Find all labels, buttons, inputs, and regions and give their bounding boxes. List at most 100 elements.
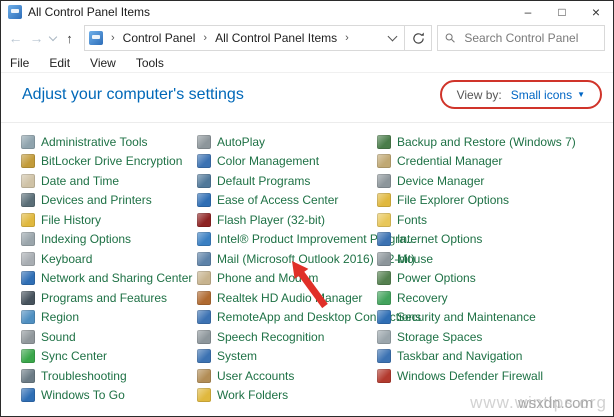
programs-features-icon xyxy=(21,291,35,305)
control-panel-item[interactable]: Mouse xyxy=(377,249,602,269)
speech-recognition-icon xyxy=(197,330,211,344)
backup-restore-icon xyxy=(377,135,391,149)
control-panel-location-icon xyxy=(89,31,103,45)
control-panel-item[interactable]: Mail (Microsoft Outlook 2016) (32-bit) xyxy=(197,249,377,269)
breadcrumb-all-control-panel-items[interactable]: All Control Panel Items xyxy=(213,31,339,45)
control-panel-item[interactable]: Speech Recognition xyxy=(197,327,377,347)
security-maintenance-icon xyxy=(377,310,391,324)
menu-item-file[interactable]: File xyxy=(10,56,29,70)
control-panel-item[interactable]: Internet Options xyxy=(377,230,602,250)
breadcrumb-expand-chevron[interactable]: › xyxy=(339,32,355,44)
control-panel-item[interactable]: BitLocker Drive Encryption xyxy=(21,152,197,172)
control-panel-item-label: Windows To Go xyxy=(41,388,125,402)
control-panel-item[interactable]: Security and Maintenance xyxy=(377,308,602,328)
control-panel-item-label: Device Manager xyxy=(397,174,484,188)
bitlocker-icon xyxy=(21,154,35,168)
control-panel-item[interactable]: Backup and Restore (Windows 7) xyxy=(377,132,602,152)
search-icon xyxy=(445,32,455,44)
control-panel-item[interactable]: Device Manager xyxy=(377,171,602,191)
control-panel-item[interactable]: Date and Time xyxy=(21,171,197,191)
recent-pages-chevron-icon[interactable] xyxy=(47,37,59,40)
control-panel-item[interactable]: File History xyxy=(21,210,197,230)
window-title: All Control Panel Items xyxy=(28,5,150,19)
view-by-dropdown[interactable]: Small icons ▼ xyxy=(511,88,585,102)
maximize-button[interactable]: □ xyxy=(545,1,579,23)
control-panel-item[interactable]: Recovery xyxy=(377,288,602,308)
control-panel-item-label: Sync Center xyxy=(41,349,107,363)
control-panel-item[interactable]: Sound xyxy=(21,327,197,347)
control-panel-item-label: Indexing Options xyxy=(41,232,131,246)
control-panel-item-label: Security and Maintenance xyxy=(397,310,536,324)
refresh-icon[interactable] xyxy=(404,26,431,50)
defender-firewall-icon xyxy=(377,369,391,383)
mail-icon xyxy=(197,252,211,266)
control-panel-item-label: AutoPlay xyxy=(217,135,265,149)
control-panel-item-label: Troubleshooting xyxy=(41,369,127,383)
remoteapp-icon xyxy=(197,310,211,324)
sync-center-icon xyxy=(21,349,35,363)
minimize-button[interactable]: – xyxy=(511,1,545,23)
control-panel-item[interactable]: Sync Center xyxy=(21,347,197,367)
control-panel-item[interactable]: Keyboard xyxy=(21,249,197,269)
control-panel-item-label: Region xyxy=(41,310,79,324)
address-dropdown-chevron-icon[interactable] xyxy=(380,26,404,50)
control-panel-item[interactable]: Administrative Tools xyxy=(21,132,197,152)
control-panel-item[interactable]: Power Options xyxy=(377,269,602,289)
breadcrumb-control-panel[interactable]: Control Panel xyxy=(121,31,198,45)
ease-of-access-icon xyxy=(197,193,211,207)
address-bar[interactable]: › Control Panel › All Control Panel Item… xyxy=(84,25,432,51)
up-icon[interactable]: ↑ xyxy=(59,32,80,45)
control-panel-item[interactable]: Flash Player (32-bit) xyxy=(197,210,377,230)
control-panel-item[interactable]: Troubleshooting xyxy=(21,366,197,386)
control-panel-item-label: Internet Options xyxy=(397,232,482,246)
control-panel-item[interactable]: Windows To Go xyxy=(21,386,197,406)
control-panel-item-label: Backup and Restore (Windows 7) xyxy=(397,135,576,149)
control-panel-item[interactable]: Windows Defender Firewall xyxy=(377,366,602,386)
refresh-glyph xyxy=(412,32,425,45)
control-panel-item[interactable]: Taskbar and Navigation xyxy=(377,347,602,367)
credential-manager-icon xyxy=(377,154,391,168)
menu-item-tools[interactable]: Tools xyxy=(136,56,164,70)
menu-item-view[interactable]: View xyxy=(90,56,116,70)
control-panel-item[interactable]: Fonts xyxy=(377,210,602,230)
control-panel-item[interactable]: Devices and Printers xyxy=(21,191,197,211)
search-input[interactable] xyxy=(462,30,597,46)
control-panel-item[interactable]: Programs and Features xyxy=(21,288,197,308)
navigation-bar: ← → ↑ › Control Panel › All Control Pane… xyxy=(1,23,613,53)
control-panel-item[interactable]: RemoteApp and Desktop Connections xyxy=(197,308,377,328)
control-panel-item-label: Flash Player (32-bit) xyxy=(217,213,325,227)
close-button[interactable]: × xyxy=(579,1,613,23)
forward-icon[interactable]: → xyxy=(26,31,47,45)
view-by-label: View by: xyxy=(457,88,502,102)
control-panel-item[interactable]: Credential Manager xyxy=(377,152,602,172)
control-panel-item-label: Fonts xyxy=(397,213,427,227)
menu-item-edit[interactable]: Edit xyxy=(49,56,70,70)
internet-options-icon xyxy=(377,232,391,246)
control-panel-item[interactable]: Default Programs xyxy=(197,171,377,191)
control-panel-item[interactable]: Network and Sharing Center xyxy=(21,269,197,289)
control-panel-item[interactable]: AutoPlay xyxy=(197,132,377,152)
control-panel-item[interactable]: Color Management xyxy=(197,152,377,172)
control-panel-item[interactable]: Storage Spaces xyxy=(377,327,602,347)
control-panel-item[interactable]: Intel® Product Improvement Progra... xyxy=(197,230,377,250)
back-icon[interactable]: ← xyxy=(5,31,26,45)
control-panel-item[interactable]: Ease of Access Center xyxy=(197,191,377,211)
control-panel-item-label: Speech Recognition xyxy=(217,330,324,344)
breadcrumb-expand-chevron[interactable]: › xyxy=(197,32,213,44)
control-panel-item-label: Credential Manager xyxy=(397,154,502,168)
breadcrumb-expand-chevron[interactable]: › xyxy=(105,32,121,44)
control-panel-item-label: Date and Time xyxy=(41,174,119,188)
control-panel-item-label: Ease of Access Center xyxy=(217,193,338,207)
control-panel-item[interactable]: Phone and Modem xyxy=(197,269,377,289)
control-panel-item[interactable]: System xyxy=(197,347,377,367)
control-panel-item-label: Devices and Printers xyxy=(41,193,152,207)
control-panel-item[interactable]: Region xyxy=(21,308,197,328)
control-panel-item[interactable]: Realtek HD Audio Manager xyxy=(197,288,377,308)
control-panel-item[interactable]: Indexing Options xyxy=(21,230,197,250)
menubar: File Edit View Tools xyxy=(1,53,613,73)
control-panel-item[interactable]: File Explorer Options xyxy=(377,191,602,211)
control-panel-item-label: Windows Defender Firewall xyxy=(397,369,543,383)
control-panel-item[interactable]: User Accounts xyxy=(197,366,377,386)
title-bar: All Control Panel Items – □ × xyxy=(1,1,613,23)
control-panel-item[interactable]: Work Folders xyxy=(197,386,377,406)
